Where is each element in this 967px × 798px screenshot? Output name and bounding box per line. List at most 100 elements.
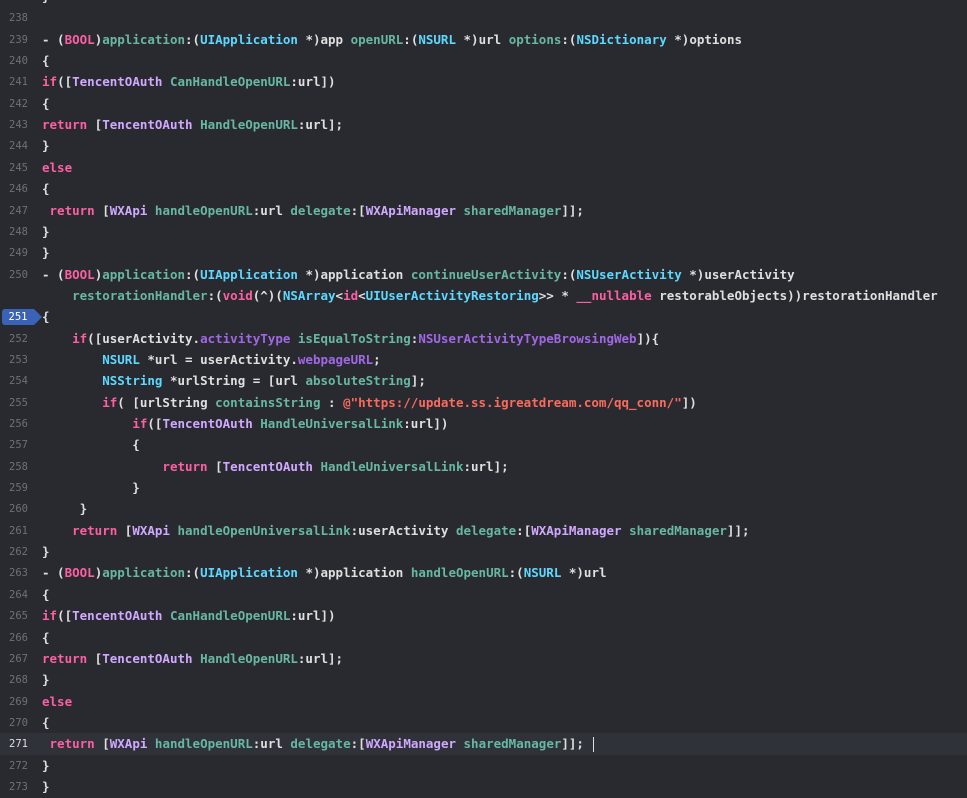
code-text: - (BOOL)application:(UIApplication *)app…	[42, 264, 795, 286]
code-token: else	[42, 159, 73, 175]
code-line[interactable]: 261 return [WXApi handleOpenUniversalLin…	[0, 520, 967, 542]
line-number: 252	[9, 332, 28, 345]
code-line[interactable]: 258 return [TencentOAuth HandleUniversal…	[0, 456, 967, 478]
code-text: NSString *urlString = [url absoluteStrin…	[42, 370, 426, 392]
line-number: 263	[9, 567, 28, 580]
line-number: 238	[9, 12, 28, 25]
code-line[interactable]: 240 {	[0, 50, 967, 72]
code-token: handleOpenURL	[154, 202, 253, 218]
code-line[interactable]: 267 return [TencentOAuth HandleOpenURL:ur…	[0, 648, 967, 670]
line-number: 243	[9, 119, 28, 132]
code-text: restorationHandler:(void(^)(NSArray<id<U…	[42, 285, 938, 307]
code-line[interactable]: 251{	[0, 306, 967, 328]
code-line[interactable]: 268}	[0, 669, 967, 691]
code-line[interactable]: 259 }	[0, 477, 967, 499]
code-token: ([	[57, 74, 73, 90]
line-number: 257	[9, 439, 28, 452]
code-line[interactable]: 238	[0, 7, 967, 29]
code-line[interactable]: 247 return [WXApi handleOpenURL:url dele…	[0, 200, 967, 222]
code-token: BOOL	[64, 565, 95, 581]
code-text: return [TencentOAuth HandleUniversalLink…	[42, 456, 508, 478]
code-line[interactable]: 249}	[0, 242, 967, 264]
code-token: {	[42, 95, 50, 111]
breakpoint-marker[interactable]: 251	[2, 309, 42, 326]
line-number: 247	[9, 204, 28, 217]
text-cursor	[593, 737, 595, 753]
code-line[interactable]: 256 if([TencentOAuth HandleUniversalLink…	[0, 413, 967, 435]
code-editor[interactable]: 237}238239- (BOOL)application:(UIApplica…	[0, 0, 967, 794]
code-line[interactable]: 273}	[0, 776, 967, 798]
code-line[interactable]: 260 }	[0, 498, 967, 520]
code-token: - (	[42, 565, 65, 581]
code-token: TencentOAuth	[72, 608, 163, 624]
code-token: :url])	[403, 416, 449, 431]
code-token: *)userActivity	[681, 266, 795, 282]
code-line[interactable]: 266 {	[0, 627, 967, 649]
code-text: - (BOOL)application:(UIApplication *)app…	[42, 562, 607, 584]
code-line[interactable]: 252 if([userActivity.activityType isEqua…	[0, 328, 967, 350]
line-number	[0, 285, 28, 307]
code-token: :url])	[290, 608, 336, 624]
code-token: }	[42, 778, 50, 794]
code-line[interactable]: 239 - (BOOL)application:(UIApplication *)…	[0, 29, 967, 51]
code-token: CanHandleOpenURL	[169, 608, 291, 624]
code-line[interactable]: 248}	[0, 221, 967, 243]
code-text: {	[42, 50, 50, 72]
code-text: - (BOOL)application:(UIApplication *)app…	[42, 29, 742, 51]
code-token: sharedManager	[629, 522, 727, 538]
line-number: 253	[9, 353, 28, 366]
code-line[interactable]: 243 return [TencentOAuth HandleOpenURL:ur…	[0, 114, 967, 136]
code-text: return [TencentOAuth HandleOpenURL:url];	[42, 114, 343, 136]
code-token: UIApplication	[200, 565, 298, 581]
code-line[interactable]: 245 else	[0, 157, 967, 179]
code-token: WXApi	[109, 736, 148, 752]
code-line[interactable]: 263 - (BOOL)application:(UIApplication *)…	[0, 562, 967, 584]
code-line[interactable]: 257 {	[0, 434, 967, 456]
code-token: :	[320, 394, 344, 410]
code-line[interactable]: 242 {	[0, 93, 967, 115]
code-token: restorationHandler	[72, 287, 208, 303]
code-token: *)application	[297, 266, 411, 282]
line-number: 270	[9, 716, 28, 729]
code-token: {	[42, 714, 50, 730]
code-line[interactable]: 271 return [WXApi handleOpenURL:url dele…	[0, 733, 967, 756]
code-token: NSUserActivityTypeBrowsingWeb	[418, 330, 637, 346]
code-line[interactable]: 244}	[0, 135, 967, 157]
code-token: __nullable	[576, 287, 652, 303]
code-line[interactable]: restorationHandler:(void(^)(NSArray<id<U…	[0, 285, 967, 307]
code-line[interactable]: 270 {	[0, 712, 967, 734]
code-line[interactable]: 255 if( [urlString containsString : @"ht…	[0, 392, 967, 414]
code-line[interactable]: 250 - (BOOL)application:(UIApplication *)…	[0, 264, 967, 286]
code-line[interactable]: 253 NSURL *url = userActivity.webpageURL…	[0, 349, 967, 371]
code-line[interactable]: 264 {	[0, 584, 967, 606]
code-line[interactable]: 254 NSString *urlString = [url absoluteS…	[0, 370, 967, 392]
code-line[interactable]: 269 else	[0, 691, 967, 713]
code-token: webpageURL	[297, 351, 374, 367]
code-token: BOOL	[64, 31, 95, 47]
line-number: 239	[9, 33, 28, 46]
code-token: application	[102, 266, 186, 282]
code-token: TencentOAuth	[162, 416, 253, 431]
code-text: }	[42, 477, 140, 499]
code-text: }	[42, 135, 50, 157]
code-text: {	[42, 434, 140, 456]
code-line[interactable]: 241 if([TencentOAuth CanHandleOpenURL:url…	[0, 71, 967, 93]
code-token: :(	[561, 31, 577, 47]
code-token: if	[102, 394, 118, 410]
code-token: {	[42, 181, 50, 197]
code-token: :[	[350, 202, 366, 218]
code-token: :(	[403, 31, 419, 47]
code-token: :url	[252, 202, 291, 218]
code-token: NSString	[102, 373, 163, 389]
code-line[interactable]: 246 {	[0, 178, 967, 200]
code-line[interactable]: 272}	[0, 755, 967, 777]
code-line[interactable]: 265 if([TencentOAuth CanHandleOpenURL:url…	[0, 605, 967, 627]
code-line[interactable]: 262}	[0, 541, 967, 563]
